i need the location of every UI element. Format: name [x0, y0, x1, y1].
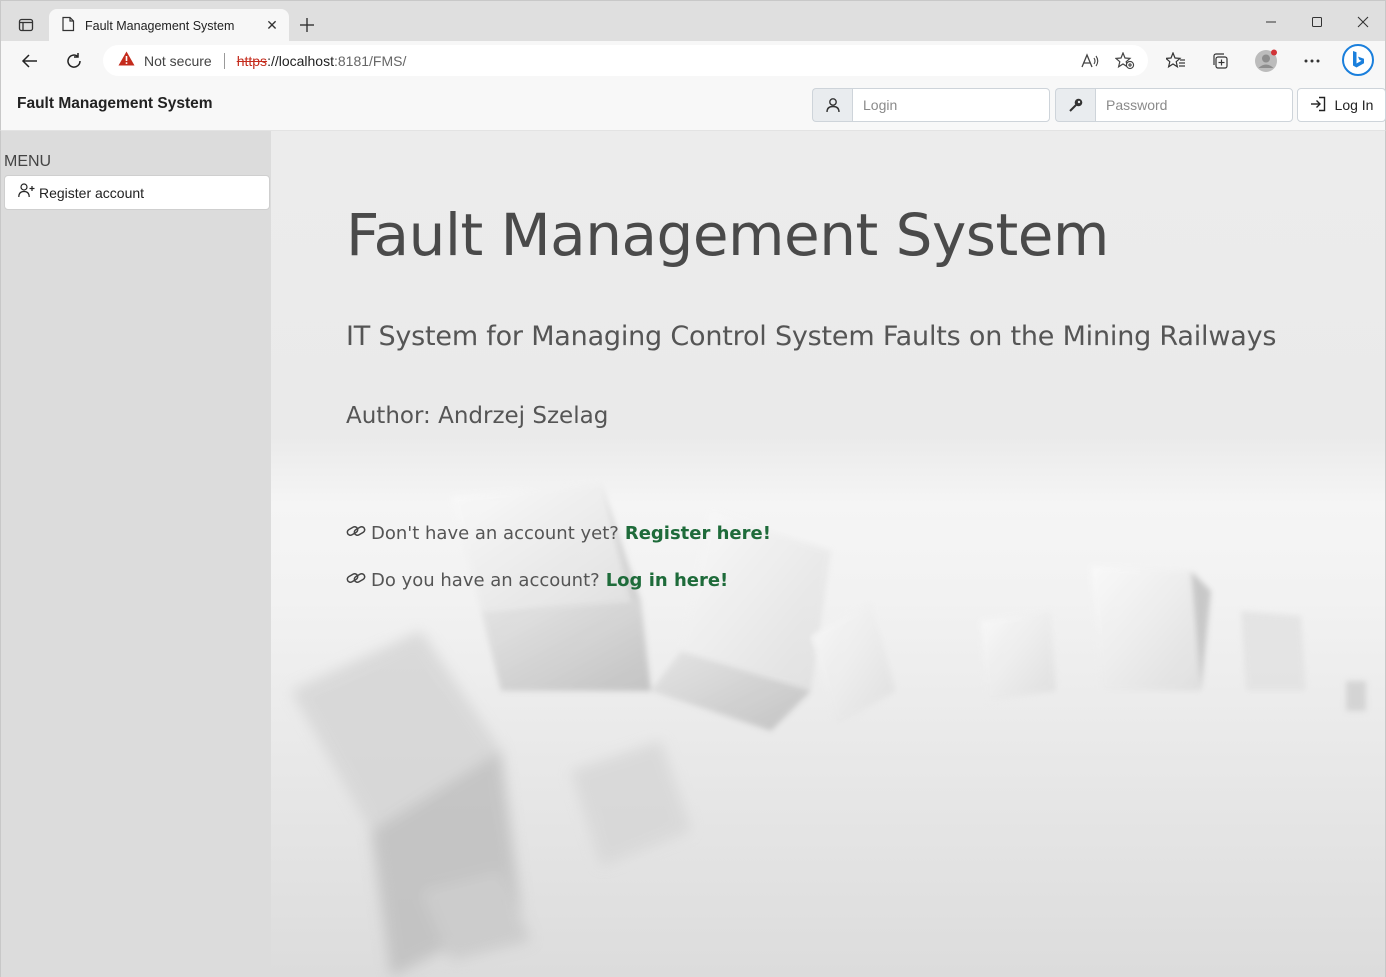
key-icon: [1055, 88, 1095, 122]
tab-title: Fault Management System: [85, 18, 235, 33]
app-navbar: Fault Management System Log In: [0, 80, 1386, 131]
page-title: Fault Management System: [346, 201, 1109, 269]
favorites-icon[interactable]: [1162, 47, 1190, 75]
read-aloud-icon[interactable]: [1078, 49, 1102, 73]
collections-icon[interactable]: [1206, 47, 1234, 75]
warning-icon[interactable]: [118, 51, 135, 70]
sign-in-icon: [1310, 96, 1326, 115]
url-protocol: https: [236, 52, 268, 69]
user-plus-icon: [18, 183, 35, 202]
url-bar[interactable]: Not secure https://localhost:8181/FMS/: [103, 45, 1148, 76]
url-separator: [223, 52, 225, 69]
menu-title: MENU: [4, 153, 52, 170]
url-host: ://localhost: [267, 52, 334, 69]
browser-tab-bar: Fault Management System ✕: [0, 0, 1386, 42]
url-text[interactable]: https://localhost:8181/FMS/: [237, 53, 407, 69]
register-prompt-line: Don't have an account yet? Register here…: [346, 523, 771, 544]
url-port: :8181: [334, 52, 370, 69]
browser-address-bar: Not secure https://localhost:8181/FMS/: [0, 41, 1386, 80]
link-icon: [346, 523, 366, 544]
refresh-icon[interactable]: [60, 47, 88, 75]
login-field-group: [812, 88, 1050, 122]
link-icon: [346, 570, 366, 591]
bing-chat-icon[interactable]: [1342, 44, 1374, 76]
browser-tab[interactable]: Fault Management System ✕: [49, 9, 289, 42]
add-favorite-icon[interactable]: [1113, 49, 1137, 73]
login-button[interactable]: Log In: [1297, 88, 1386, 122]
close-tab-icon[interactable]: ✕: [261, 15, 283, 37]
page-icon: [61, 16, 75, 36]
sidebar-item-register-account[interactable]: Register account: [4, 175, 270, 210]
login-prompt-line: Do you have an account? Log in here!: [346, 570, 728, 591]
url-path: /FMS/: [369, 52, 407, 69]
new-tab-icon[interactable]: [295, 13, 319, 37]
tab-actions-icon[interactable]: [12, 13, 40, 37]
minimize-icon[interactable]: [1256, 9, 1286, 35]
page-subtitle: IT System for Managing Control System Fa…: [346, 321, 1277, 352]
more-options-icon[interactable]: [1298, 47, 1326, 75]
password-input[interactable]: [1095, 88, 1293, 122]
app-brand[interactable]: Fault Management System: [17, 95, 213, 113]
sidebar-item-label: Register account: [39, 184, 145, 201]
login-link[interactable]: Log in here!: [606, 570, 729, 591]
register-link[interactable]: Register here!: [625, 523, 771, 544]
sidebar: MENU Register account: [0, 131, 271, 977]
maximize-icon[interactable]: [1302, 9, 1332, 35]
profile-avatar-icon[interactable]: [1252, 47, 1280, 75]
close-window-icon[interactable]: [1348, 9, 1378, 35]
back-icon[interactable]: [16, 47, 44, 75]
not-secure-label[interactable]: Not secure: [144, 53, 212, 69]
main-content: Fault Management System IT System for Ma…: [271, 131, 1386, 977]
login-button-label: Log In: [1334, 97, 1374, 113]
author-line: Author: Andrzej Szelag: [346, 403, 609, 429]
login-input[interactable]: [852, 88, 1050, 122]
password-field-group: [1055, 88, 1293, 122]
user-icon: [812, 88, 852, 122]
login-prompt-text: Do you have an account?: [371, 570, 600, 591]
register-prompt-text: Don't have an account yet?: [371, 523, 619, 544]
